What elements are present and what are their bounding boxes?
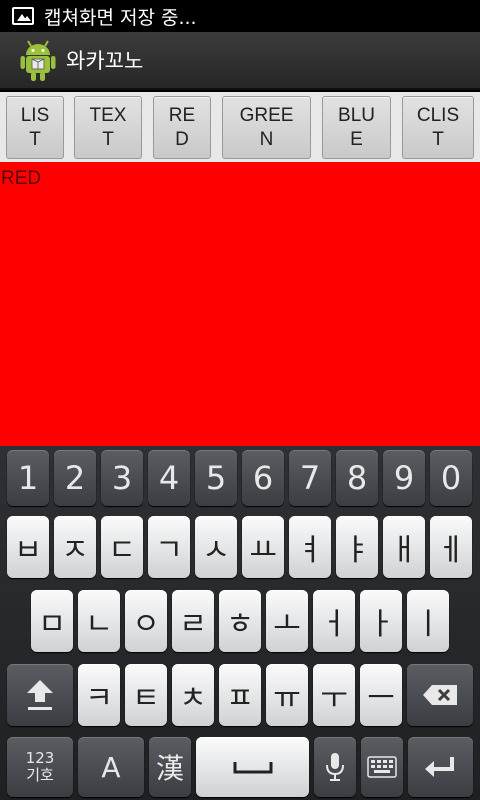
- key-7[interactable]: 7: [289, 450, 331, 506]
- backspace-key[interactable]: [407, 664, 473, 726]
- key-jieut[interactable]: ㅈ: [54, 516, 96, 578]
- color-content-area: RED: [0, 162, 480, 446]
- blue-button[interactable]: BLU E: [322, 96, 391, 159]
- red-button[interactable]: RE D: [153, 96, 211, 159]
- key-tieut[interactable]: ㅌ: [125, 664, 167, 726]
- keyboard-layout-icon: [367, 756, 397, 778]
- keyboard-layout-key[interactable]: [361, 737, 403, 797]
- key-a[interactable]: ㅏ: [360, 590, 402, 652]
- key-1[interactable]: 1: [7, 450, 49, 506]
- space-bar-icon: [233, 762, 272, 774]
- key-siot[interactable]: ㅅ: [195, 516, 237, 578]
- enter-arrow-icon: [424, 757, 454, 777]
- app-title-bar: 와카꼬노: [0, 32, 480, 90]
- status-bar: 캡쳐화면 저장 중...: [0, 0, 480, 32]
- backspace-icon: [423, 685, 457, 705]
- app-title: 와카꼬노: [66, 49, 144, 73]
- key-yo[interactable]: ㅛ: [242, 516, 284, 578]
- key-o[interactable]: ㅗ: [266, 590, 308, 652]
- key-i[interactable]: ㅣ: [407, 590, 449, 652]
- key-4[interactable]: 4: [148, 450, 190, 506]
- green-button[interactable]: GREE N: [222, 96, 311, 159]
- key-3[interactable]: 3: [101, 450, 143, 506]
- android-robot-icon: [20, 40, 56, 81]
- key-bieup[interactable]: ㅂ: [7, 516, 49, 578]
- key-5[interactable]: 5: [195, 450, 237, 506]
- clist-button[interactable]: CLIS T: [402, 96, 474, 159]
- key-kieuk[interactable]: ㅋ: [78, 664, 120, 726]
- status-notification-text: 캡쳐화면 저장 중...: [44, 6, 197, 29]
- enter-key[interactable]: [408, 737, 473, 797]
- key-2[interactable]: 2: [54, 450, 96, 506]
- key-ya[interactable]: ㅑ: [336, 516, 378, 578]
- key-yeo[interactable]: ㅕ: [289, 516, 331, 578]
- microphone-icon: [326, 753, 344, 781]
- key-8[interactable]: 8: [336, 450, 378, 506]
- shift-key[interactable]: [7, 664, 73, 726]
- key-6[interactable]: 6: [242, 450, 284, 506]
- hanja-key[interactable]: 漢: [149, 737, 191, 797]
- key-e[interactable]: ㅔ: [430, 516, 472, 578]
- key-pieup[interactable]: ㅍ: [219, 664, 261, 726]
- language-switch-key[interactable]: A: [78, 737, 144, 797]
- key-giyeok[interactable]: ㄱ: [148, 516, 190, 578]
- button-row: LIS T TEX T RE D GREE N BLU E CLIS T: [0, 92, 480, 162]
- key-rieul[interactable]: ㄹ: [172, 590, 214, 652]
- korean-keyboard: 1 2 3 4 5 6 7 8 9 0 ㅂ ㅈ ㄷ ㄱ ㅅ ㅛ ㅕ ㅑ ㅐ ㅔ …: [0, 446, 480, 800]
- key-eu[interactable]: ㅡ: [360, 664, 402, 726]
- key-ieung[interactable]: ㅇ: [125, 590, 167, 652]
- content-label: RED: [1, 168, 42, 189]
- key-eo[interactable]: ㅓ: [313, 590, 355, 652]
- key-9[interactable]: 9: [383, 450, 425, 506]
- key-digeut[interactable]: ㄷ: [101, 516, 143, 578]
- shift-arrow-icon: [27, 680, 53, 710]
- symbols-key[interactable]: 123 기호: [7, 737, 73, 797]
- key-ae[interactable]: ㅐ: [383, 516, 425, 578]
- space-key[interactable]: [196, 737, 309, 797]
- text-button[interactable]: TEX T: [74, 96, 142, 159]
- key-nieun[interactable]: ㄴ: [78, 590, 120, 652]
- microphone-key[interactable]: [314, 737, 356, 797]
- key-chieut[interactable]: ㅊ: [172, 664, 214, 726]
- key-yu[interactable]: ㅠ: [266, 664, 308, 726]
- key-u[interactable]: ㅜ: [313, 664, 355, 726]
- image-notification-icon: [12, 7, 34, 25]
- key-mieum[interactable]: ㅁ: [31, 590, 73, 652]
- list-button[interactable]: LIS T: [6, 96, 64, 159]
- key-hieut[interactable]: ㅎ: [219, 590, 261, 652]
- key-0[interactable]: 0: [430, 450, 472, 506]
